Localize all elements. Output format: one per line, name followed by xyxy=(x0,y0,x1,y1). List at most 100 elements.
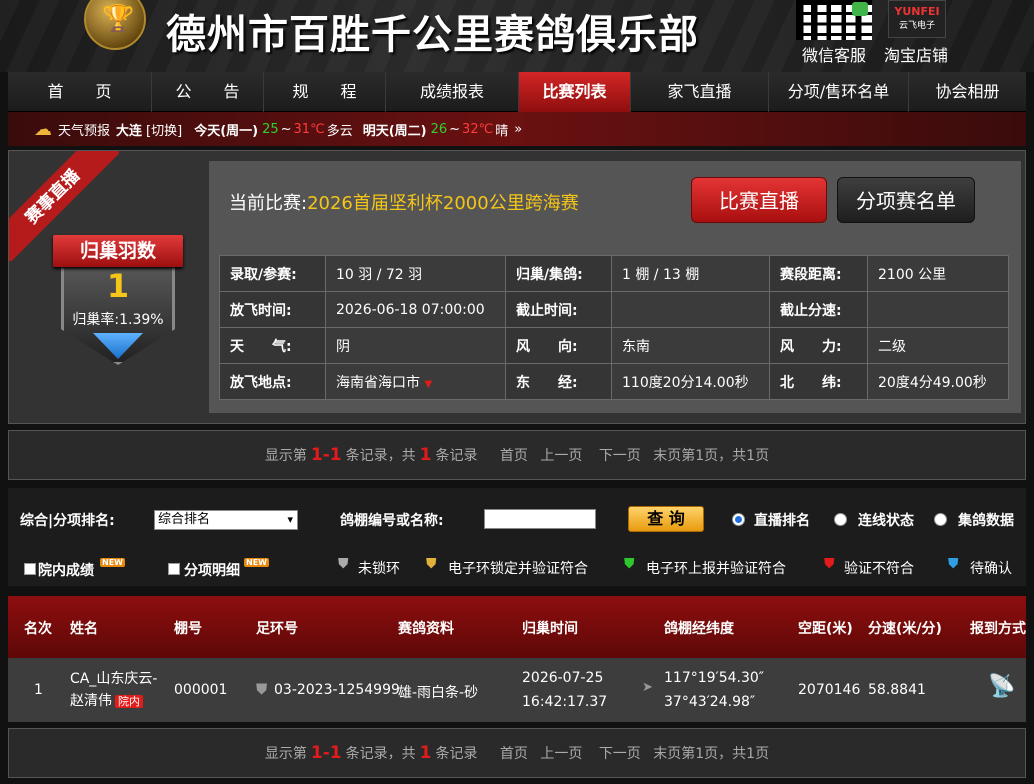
checkbox-inner-results[interactable] xyxy=(24,563,36,575)
col-distance: 空距(米) xyxy=(798,621,853,637)
radio-collect-data[interactable] xyxy=(934,513,947,526)
today-tilde: ~ xyxy=(280,121,292,137)
lock-shield-icon: ⛊ xyxy=(426,556,437,572)
pager-records-total: 条记录，共 xyxy=(345,746,416,762)
pager-first[interactable]: 首页 xyxy=(500,746,528,762)
row-name-line1[interactable]: CA_山东庆云- xyxy=(70,668,157,688)
nav-rules[interactable]: 规 程 xyxy=(264,72,386,112)
today-label: 今天(周一) xyxy=(194,123,259,139)
race-info: 当前比赛:2026首届坚利杯2000公里跨海赛 比赛直播 分项赛名单 录取/参赛… xyxy=(209,161,1021,413)
radio-live-label: 直播排名 xyxy=(754,513,810,529)
club-logo: 🏆 xyxy=(84,0,146,50)
row-pigeon-info: 雄-雨白条-砂 xyxy=(398,685,479,701)
pager-total: 1 xyxy=(419,445,432,465)
col-rank: 名次 xyxy=(24,621,52,637)
info-key: 天 气: xyxy=(219,327,326,364)
info-key: 归巢/集鸽: xyxy=(505,255,612,292)
pager-page-info: 第1页，共1页 xyxy=(681,448,770,464)
rank-select[interactable]: 综合排名 ▾ xyxy=(154,510,298,530)
results-table: 名次 姓名 棚号 足环号 赛鸽资料 归巢时间 鸽棚经纬度 空距(米) 分速(米/… xyxy=(8,596,1026,722)
tomorrow-label: 明天(周二) xyxy=(362,123,427,139)
weather-switch-link[interactable]: [切换] xyxy=(146,120,182,139)
tomorrow-low: 26 xyxy=(430,121,448,137)
checkbox-detail-label: 分项明细 xyxy=(184,563,240,579)
info-value xyxy=(867,291,1009,328)
wechat-icon xyxy=(852,2,868,16)
info-row: 放飞地点: 海南省海口市 ▼ 东 经: 110度20分14.00秒 北 纬: 2… xyxy=(219,363,1009,400)
shield-count: 1 xyxy=(106,267,130,305)
legend-locked: 电子环锁定并验证符合 xyxy=(448,561,588,577)
pager-first[interactable]: 首页 xyxy=(500,448,528,464)
nav-notice[interactable]: 公 告 xyxy=(152,72,264,112)
row-name-line2: 赵清伟 院内 xyxy=(70,690,143,710)
row-rank: 1 xyxy=(34,682,43,698)
info-row: 天 气: 阴 风 向: 东南 风 力: 二级 xyxy=(219,327,1009,364)
pager-last[interactable]: 末页 xyxy=(653,746,681,762)
weather-bar: ☁ 天气预报 大连 [切换] 今天(周一) 25 ~ 31℃ 多云 明天(周二)… xyxy=(8,112,1026,146)
rank-select-value: 综合排名 xyxy=(158,512,211,527)
pager-next[interactable]: 下一页 xyxy=(599,448,641,464)
pager-top: 显示第 1-1 条记录，共 1 条记录 首页 上一页 下一页 末页第1页，共1页 xyxy=(8,430,1026,480)
col-name: 姓名 xyxy=(70,621,98,637)
nav-home[interactable]: 首 页 xyxy=(8,72,152,112)
pager-prev[interactable]: 上一页 xyxy=(540,448,582,464)
pager-prev[interactable]: 上一页 xyxy=(540,746,582,762)
pager-show: 显示第 xyxy=(264,746,307,762)
info-value: 20度4分49.00秒 xyxy=(867,363,1009,400)
pager-page-info: 第1页，共1页 xyxy=(681,746,770,762)
nav-home-live[interactable]: 家飞直播 xyxy=(631,72,769,112)
pager-next[interactable]: 下一页 xyxy=(599,746,641,762)
nav-ring-list[interactable]: 分项/售环名单 xyxy=(769,72,909,112)
nav-album[interactable]: 协会相册 xyxy=(909,72,1026,112)
return-shield: 归巢羽数 1 归巢率:1.39% xyxy=(53,221,183,371)
query-button[interactable]: 查 询 xyxy=(628,506,704,532)
legend-reported: 电子环上报并验证符合 xyxy=(646,561,786,577)
shield-rate: 归巢率:1.39% xyxy=(72,312,164,328)
race-panel: 赛事直播 归巢羽数 1 归巢率:1.39% 当前比赛:2026首届坚利杯2000… xyxy=(8,150,1026,424)
radio-live-rank[interactable] xyxy=(732,513,745,526)
radio-online-status[interactable] xyxy=(834,513,847,526)
info-row: 放飞时间: 2026-06-18 07:00:00 截止时间: 截止分速: xyxy=(219,291,1009,328)
legend-unlocked: 未锁环 xyxy=(358,561,400,577)
row-lat: 37°43′24.98″ xyxy=(664,694,756,710)
col-speed: 分速(米/分) xyxy=(868,621,942,637)
weather-label: 天气预报 xyxy=(58,123,111,139)
pager-total: 1 xyxy=(419,743,432,763)
race-live-button[interactable]: 比赛直播 xyxy=(691,177,827,223)
info-value: 阴 xyxy=(325,327,506,364)
trophy-icon: 🏆 xyxy=(102,4,135,34)
row-time-date: 2026-07-25 xyxy=(522,670,604,686)
nav-results-report[interactable]: 成绩报表 xyxy=(386,72,519,112)
pager-bottom: 显示第 1-1 条记录，共 1 条记录 首页 上一页 下一页 末页第1页，共1页 xyxy=(8,728,1026,778)
weather-more-icon[interactable]: » xyxy=(514,122,522,137)
legend-invalid: 验证不符合 xyxy=(844,561,914,577)
results-header: 名次 姓名 棚号 足环号 赛鸽资料 归巢时间 鸽棚经纬度 空距(米) 分速(米/… xyxy=(8,596,1026,658)
taobao-store-link[interactable]: 淘宝店铺 xyxy=(884,42,948,66)
rank-label: 综合|分项排名: xyxy=(20,513,115,529)
loft-search-input[interactable] xyxy=(484,509,596,529)
race-info-table: 录取/参赛: 10 羽 / 72 羽 归巢/集鸽: 1 棚 / 13 棚 赛段距… xyxy=(219,255,1009,400)
wechat-service-link[interactable]: 微信客服 xyxy=(802,42,866,66)
checkbox-inner-label: 院内成绩 xyxy=(38,563,94,579)
store-logo[interactable]: YUNFEI 云飞电子 xyxy=(888,0,946,38)
info-key: 录取/参赛: xyxy=(219,255,326,292)
pager-records: 条记录 xyxy=(435,746,478,762)
table-row[interactable]: 1 CA_山东庆云- 赵清伟 院内 000001 ⛊ 03-2023-125499… xyxy=(8,658,1026,722)
sub-race-list-button[interactable]: 分项赛名单 xyxy=(837,177,975,223)
pager-range: 1-1 xyxy=(310,743,342,763)
current-race: 当前比赛:2026首届坚利杯2000公里跨海赛 xyxy=(229,189,579,215)
checkbox-sub-detail[interactable] xyxy=(168,563,180,575)
pager-last[interactable]: 末页 xyxy=(653,448,681,464)
info-key: 截止分速: xyxy=(769,291,868,328)
store-sub: 云飞电子 xyxy=(898,21,935,31)
info-value: 二级 xyxy=(867,327,1009,364)
info-key: 放飞时间: xyxy=(219,291,326,328)
invalid-shield-icon: ⛊ xyxy=(824,556,835,572)
current-race-name[interactable]: 2026首届坚利杯2000公里跨海赛 xyxy=(307,193,579,214)
location-dropdown-icon[interactable]: ▼ xyxy=(424,379,432,390)
nav-race-list[interactable]: 比赛列表 xyxy=(519,72,631,112)
info-key: 赛段距离: xyxy=(769,255,868,292)
col-ring: 足环号 xyxy=(256,621,298,637)
today-low: 25 xyxy=(262,121,279,137)
tomorrow-tilde: ~ xyxy=(449,121,461,137)
